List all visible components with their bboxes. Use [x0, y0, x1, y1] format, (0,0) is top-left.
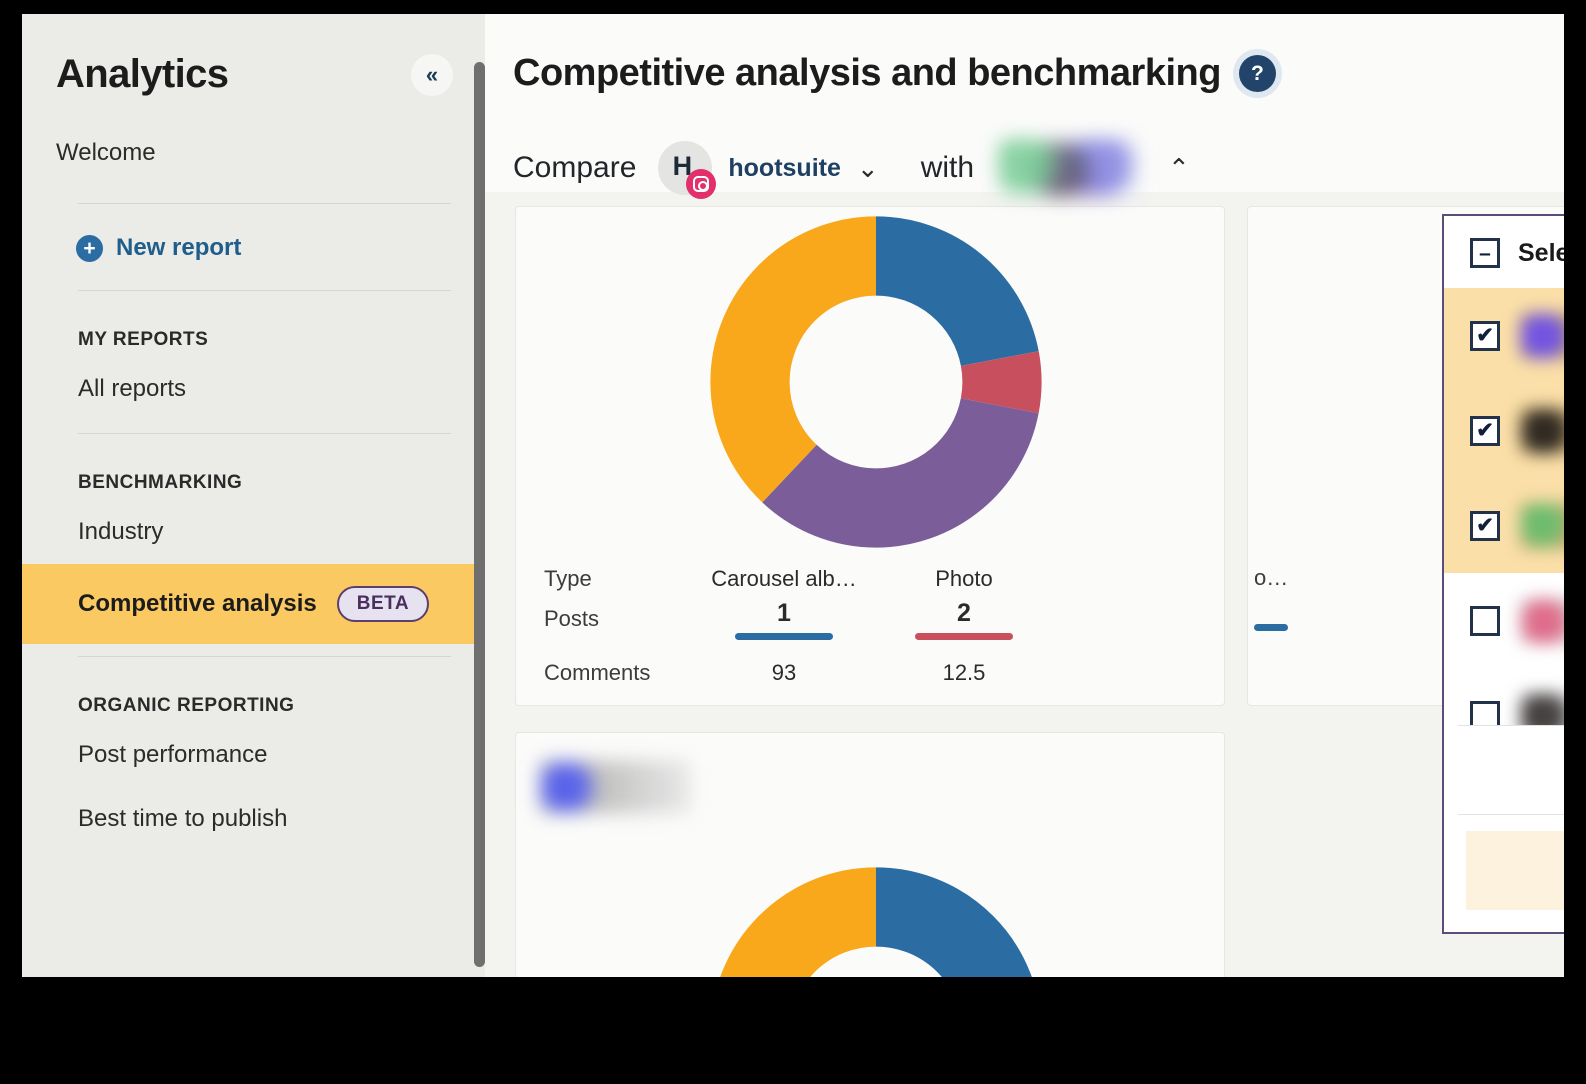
- truncated-type-label: o…: [1254, 565, 1288, 591]
- main-content: Competitive analysis and benchmarking ? …: [485, 14, 1564, 977]
- list-item[interactable]: [1444, 668, 1564, 725]
- sidebar-item-welcome[interactable]: Welcome: [22, 97, 485, 191]
- account-selector[interactable]: H hootsuite ⌄: [650, 135, 892, 201]
- sidebar-item-competitive-analysis[interactable]: Competitive analysis BETA: [22, 564, 485, 644]
- sidebar-item-all-reports[interactable]: All reports: [22, 357, 485, 421]
- competitor-label: [1520, 313, 1564, 359]
- instagram-icon: [686, 169, 716, 199]
- competitor-dropdown: – Select all ✔ ✔: [1442, 214, 1564, 934]
- competitor-checkbox[interactable]: [1470, 606, 1500, 636]
- sidebar-divider: [78, 656, 451, 657]
- chevron-down-icon[interactable]: ⌄: [857, 155, 879, 181]
- posts-cell-2: 2: [874, 599, 1054, 640]
- status-badge: BETA: [337, 586, 429, 622]
- table-row: Comments 93 12.5: [544, 653, 1194, 693]
- new-report-button[interactable]: + New report: [22, 216, 485, 278]
- card-post-type-breakdown: Type Carousel alb… Photo Posts 1 2: [515, 206, 1225, 706]
- apply-button[interactable]: Apply: [1466, 831, 1564, 910]
- list-item[interactable]: ✔: [1444, 288, 1564, 383]
- metric-label: Type: [544, 566, 694, 592]
- minus-icon: –: [1479, 243, 1491, 264]
- comments-cell-1: 93: [694, 660, 874, 686]
- competitor-checkbox[interactable]: ✔: [1470, 511, 1500, 541]
- check-icon: ✔: [1476, 420, 1494, 441]
- competitor-label: [1520, 408, 1564, 454]
- sidebar-item-best-time-to-publish[interactable]: Best time to publish: [22, 787, 485, 851]
- select-all-checkbox[interactable]: –: [1470, 238, 1500, 268]
- sidebar: Analytics « Welcome + New report MY REPO…: [22, 14, 485, 977]
- competitor-label: [1520, 503, 1564, 549]
- competitor-checkbox[interactable]: ✔: [1470, 416, 1500, 446]
- bar-indicator: [735, 633, 833, 640]
- select-all-label: Select all: [1518, 239, 1564, 268]
- competitor-label: [1520, 598, 1564, 644]
- question-mark-circle-icon[interactable]: ?: [1239, 55, 1276, 92]
- competitor-checkbox[interactable]: ✔: [1470, 321, 1500, 351]
- card-competitor-breakdown: [515, 732, 1225, 977]
- sidebar-item-label: Competitive analysis: [78, 590, 317, 618]
- sidebar-divider: [78, 290, 451, 291]
- metrics-table: Type Carousel alb… Photo Posts 1 2: [544, 559, 1194, 693]
- page-title-row: Competitive analysis and benchmarking ?: [513, 52, 1564, 95]
- compare-bar: Compare H hootsuite ⌄ with ⌃: [513, 135, 1564, 201]
- app-window: Analytics « Welcome + New report MY REPO…: [22, 14, 1564, 977]
- chevron-up-icon[interactable]: ⌃: [1168, 155, 1190, 181]
- bar-indicator: [915, 633, 1013, 640]
- table-row: Type Carousel alb… Photo: [544, 559, 1194, 599]
- list-item[interactable]: ✔: [1444, 383, 1564, 478]
- sidebar-item-post-performance[interactable]: Post performance: [22, 723, 485, 787]
- manage-competitors-button[interactable]: Manage competitors ⚙: [1444, 726, 1564, 814]
- sidebar-section-my-reports: MY REPORTS: [22, 303, 485, 357]
- sidebar-divider: [78, 203, 451, 204]
- donut-chart: [666, 202, 1086, 562]
- competitor-chips[interactable]: [998, 139, 1138, 197]
- check-icon: ✔: [1476, 515, 1494, 536]
- check-icon: ✔: [1476, 325, 1494, 346]
- account-name: hootsuite: [728, 154, 841, 183]
- chevron-double-left-icon: «: [426, 62, 438, 88]
- metric-label: Comments: [544, 660, 694, 686]
- sidebar-section-benchmarking: BENCHMARKING: [22, 446, 485, 500]
- main-page-title: Competitive analysis and benchmarking: [513, 52, 1221, 95]
- list-item[interactable]: [1444, 573, 1564, 668]
- competitor-checkbox[interactable]: [1470, 701, 1500, 726]
- competitor-label: [1520, 693, 1564, 726]
- competitor-list: ✔ ✔ ✔: [1444, 288, 1564, 725]
- sidebar-scrollbar[interactable]: [474, 62, 485, 967]
- comments-cell-2: 12.5: [874, 660, 1054, 686]
- with-label: with: [921, 151, 974, 185]
- bar-indicator: [1254, 624, 1288, 631]
- account-label: [540, 761, 690, 813]
- compare-label: Compare: [513, 151, 636, 185]
- main-header: Competitive analysis and benchmarking ? …: [485, 14, 1564, 192]
- cards-area: Type Carousel alb… Photo Posts 1 2: [485, 192, 1564, 977]
- apply-button-wrap: Apply: [1444, 815, 1564, 932]
- posts-cell-1: 1: [694, 599, 874, 640]
- plus-circle-icon: +: [76, 235, 103, 262]
- type-cell-2: Photo: [874, 566, 1054, 592]
- select-all-row[interactable]: – Select all: [1444, 216, 1564, 288]
- metric-label: Posts: [544, 606, 694, 632]
- avatar: H: [658, 141, 712, 195]
- new-report-label: New report: [116, 234, 241, 262]
- sidebar-divider: [78, 433, 451, 434]
- sidebar-section-organic-reporting: ORGANIC REPORTING: [22, 669, 485, 723]
- sidebar-item-industry[interactable]: Industry: [22, 500, 485, 564]
- donut-chart: [666, 853, 1086, 977]
- table-row: Posts 1 2: [544, 599, 1194, 639]
- sidebar-header: Analytics «: [22, 22, 485, 97]
- collapse-sidebar-button[interactable]: «: [411, 54, 453, 96]
- page-title: Analytics: [56, 52, 228, 97]
- type-cell-1: Carousel alb…: [694, 566, 874, 592]
- list-item[interactable]: ✔: [1444, 478, 1564, 573]
